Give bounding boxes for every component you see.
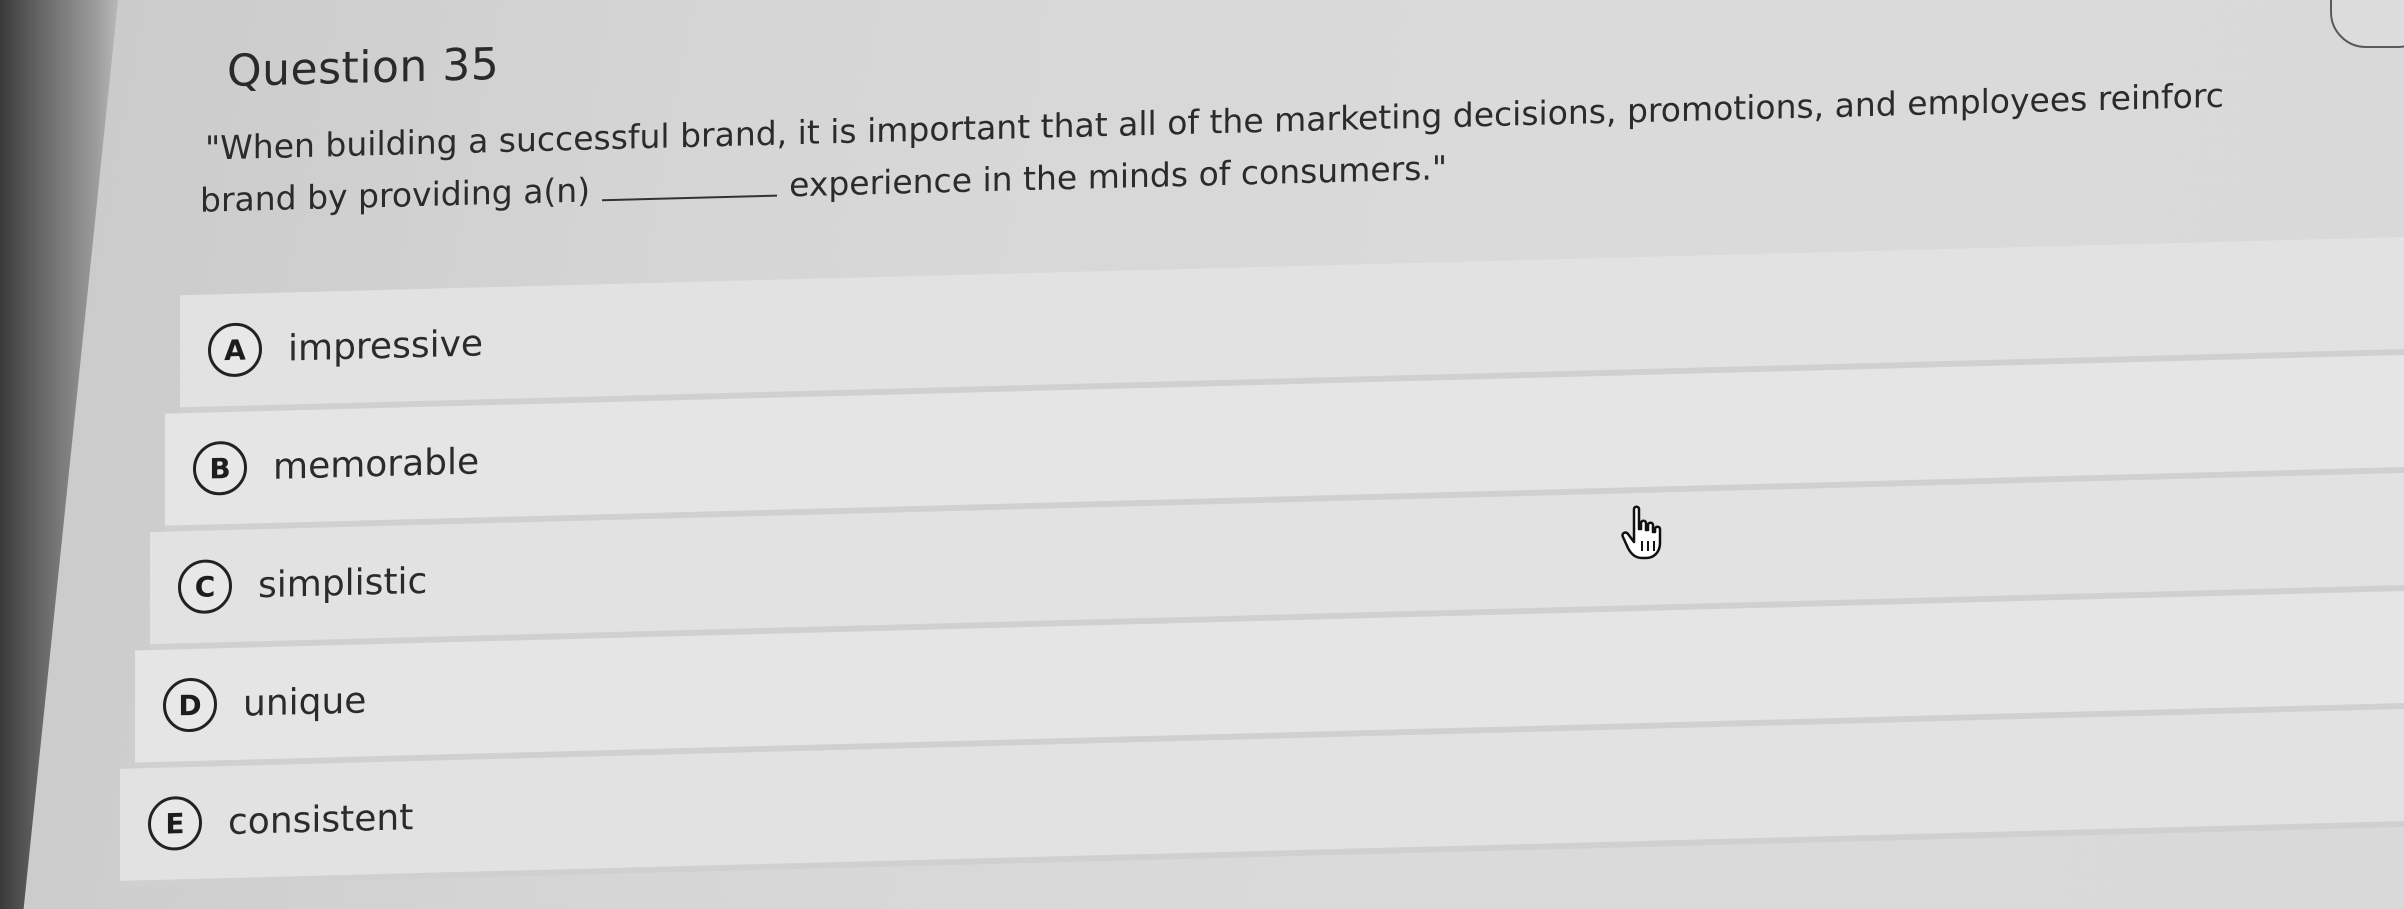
option-letter-e: E (148, 795, 202, 852)
option-label-b: memorable (273, 440, 480, 488)
question-title: Question 35 (227, 38, 500, 98)
question-text-before-blank: brand by providing a(n) (200, 170, 591, 220)
question-text: "When building a successful brand, it is… (200, 65, 2404, 227)
option-letter-c: C (178, 558, 232, 615)
answer-blank (602, 194, 778, 202)
option-letter-d: D (163, 677, 217, 733)
option-label-e: consistent (228, 796, 414, 843)
option-label-d: unique (243, 679, 367, 725)
option-letter-b: B (193, 440, 247, 496)
hand-pointer-icon (1621, 505, 1662, 560)
option-label-a: impressive (288, 322, 484, 369)
option-letter-a: A (208, 322, 262, 378)
question-panel: Question 35 "When building a successful … (0, 0, 2404, 909)
question-text-after-blank: experience in the minds of consumers." (789, 148, 1448, 205)
option-label-c: simplistic (258, 560, 428, 606)
